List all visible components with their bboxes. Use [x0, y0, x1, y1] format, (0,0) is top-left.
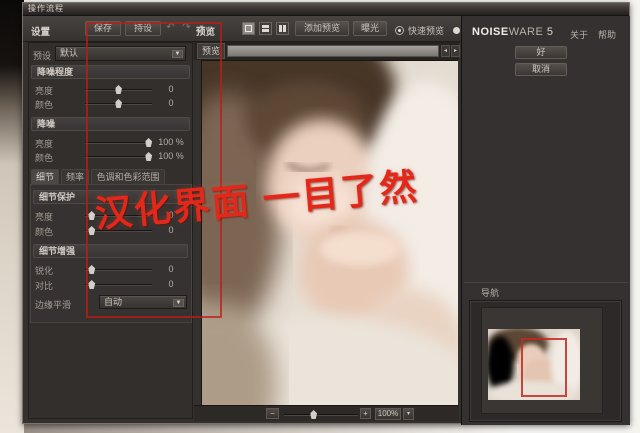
- desktop-background-left: [0, 0, 24, 433]
- tab-scroll-right-icon[interactable]: ▸: [451, 45, 460, 57]
- zoom-bar: − + 100% ▾: [194, 405, 459, 421]
- exposure-button[interactable]: 曝光: [353, 21, 387, 36]
- brand-logo: NOISEWARE 5: [472, 26, 554, 38]
- zoom-in-button[interactable]: +: [360, 408, 371, 419]
- add-preview-button[interactable]: 添加预览: [295, 21, 349, 36]
- preview-image[interactable]: [201, 60, 457, 405]
- about-link[interactable]: 关于: [570, 28, 588, 41]
- navigator-frame: [481, 307, 603, 414]
- preview-tabstrip: 预览 ◂ ▸: [194, 42, 459, 60]
- preset-row-label: 预设: [33, 49, 51, 62]
- edge-smooth-label: 边缘平滑: [35, 298, 71, 311]
- navigator-view-rectangle[interactable]: [521, 338, 567, 397]
- tabstrip-empty-area: [227, 45, 439, 57]
- ok-button[interactable]: 好: [515, 46, 567, 59]
- zoom-value[interactable]: 100%: [375, 408, 401, 420]
- view-split-horizontal-icon[interactable]: [259, 22, 272, 35]
- navigator-label: 导航: [481, 286, 499, 299]
- cancel-button[interactable]: 取消: [515, 63, 567, 76]
- photo-woman-resting: [202, 61, 458, 406]
- right-panel: NOISEWARE 5 关于 帮助 好 取消 导航: [461, 16, 630, 425]
- window-title: 操作流程: [28, 4, 64, 13]
- settings-label: 设置: [31, 24, 50, 38]
- view-single-icon[interactable]: [242, 22, 255, 35]
- view-split-vertical-icon[interactable]: [276, 22, 289, 35]
- tab-detail[interactable]: 细节: [31, 169, 59, 185]
- window-titlebar[interactable]: 操作流程: [23, 3, 629, 16]
- divider: [464, 282, 628, 283]
- radio-dot-icon: [453, 27, 460, 34]
- zoom-slider-track[interactable]: [284, 414, 358, 416]
- tab-frequency[interactable]: 频率: [61, 169, 89, 185]
- navigator-panel: [469, 300, 622, 422]
- tab-scroll-left-icon[interactable]: ◂: [441, 45, 450, 57]
- navigator-thumbnail[interactable]: [488, 329, 580, 400]
- radio-selected-icon: [395, 26, 404, 35]
- annotation-red-box: [86, 22, 222, 318]
- zoom-out-button[interactable]: −: [266, 408, 279, 419]
- radio-fast-preview[interactable]: 快速预览: [395, 24, 444, 37]
- desktop-background-bottom: [24, 424, 640, 433]
- zoom-dropdown-icon[interactable]: ▾: [403, 408, 414, 420]
- help-link[interactable]: 帮助: [598, 28, 616, 41]
- zoom-slider-thumb[interactable]: [310, 410, 317, 419]
